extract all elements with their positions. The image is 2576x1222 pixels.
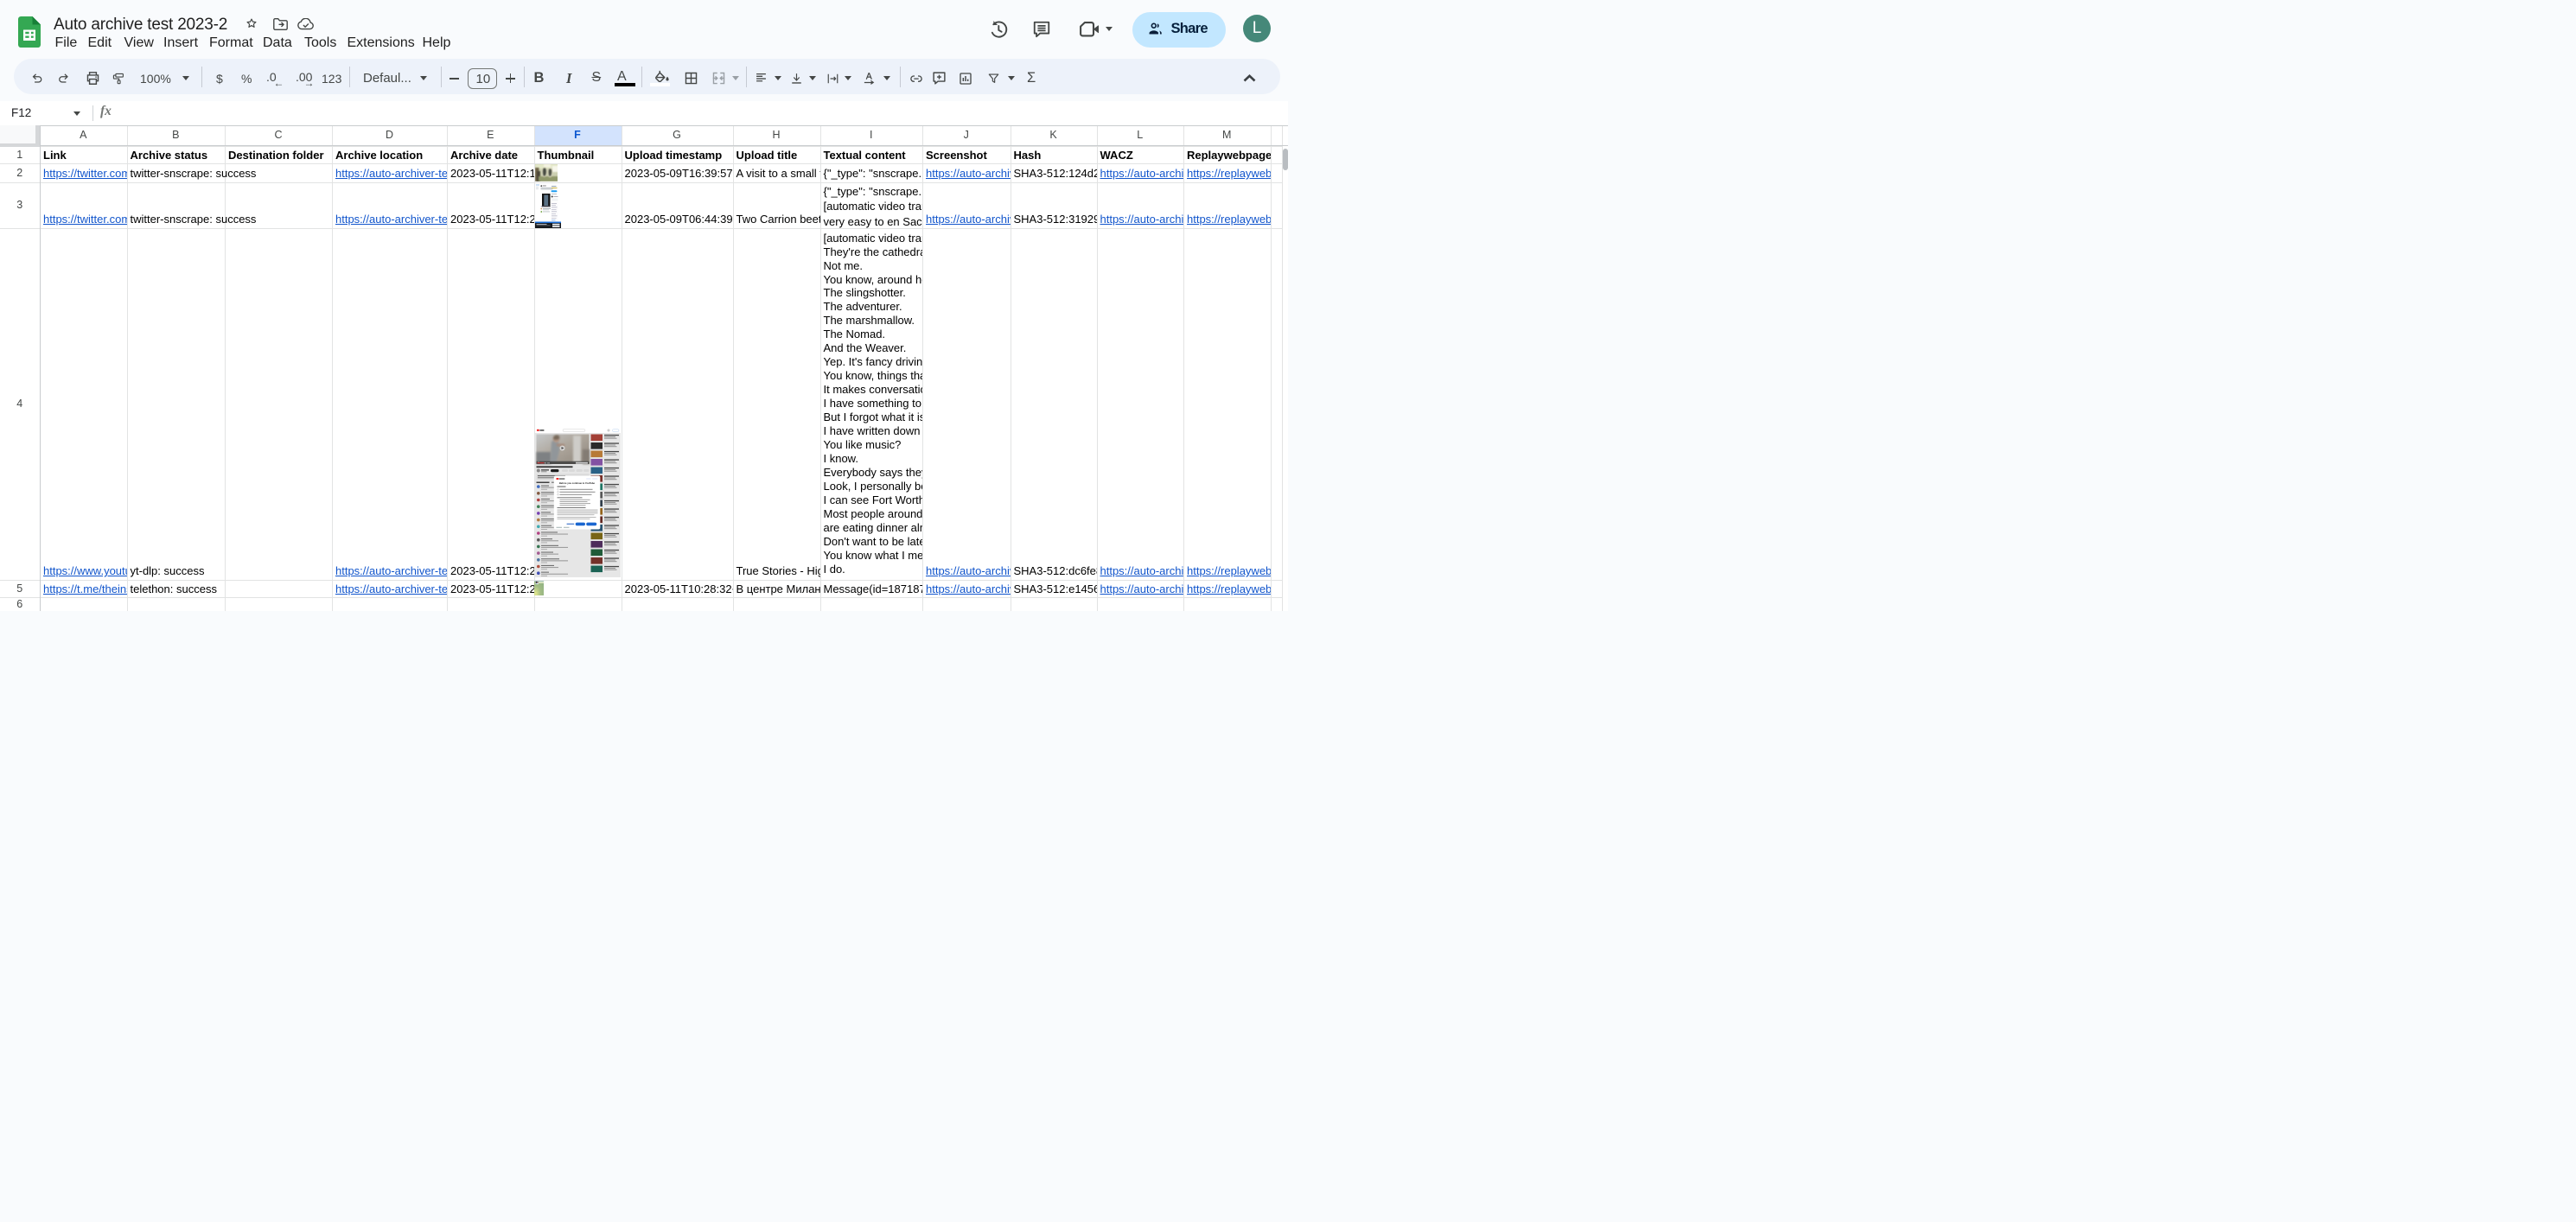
- svg-text:Before you continue to YouTube: Before you continue to YouTube: [559, 481, 596, 484]
